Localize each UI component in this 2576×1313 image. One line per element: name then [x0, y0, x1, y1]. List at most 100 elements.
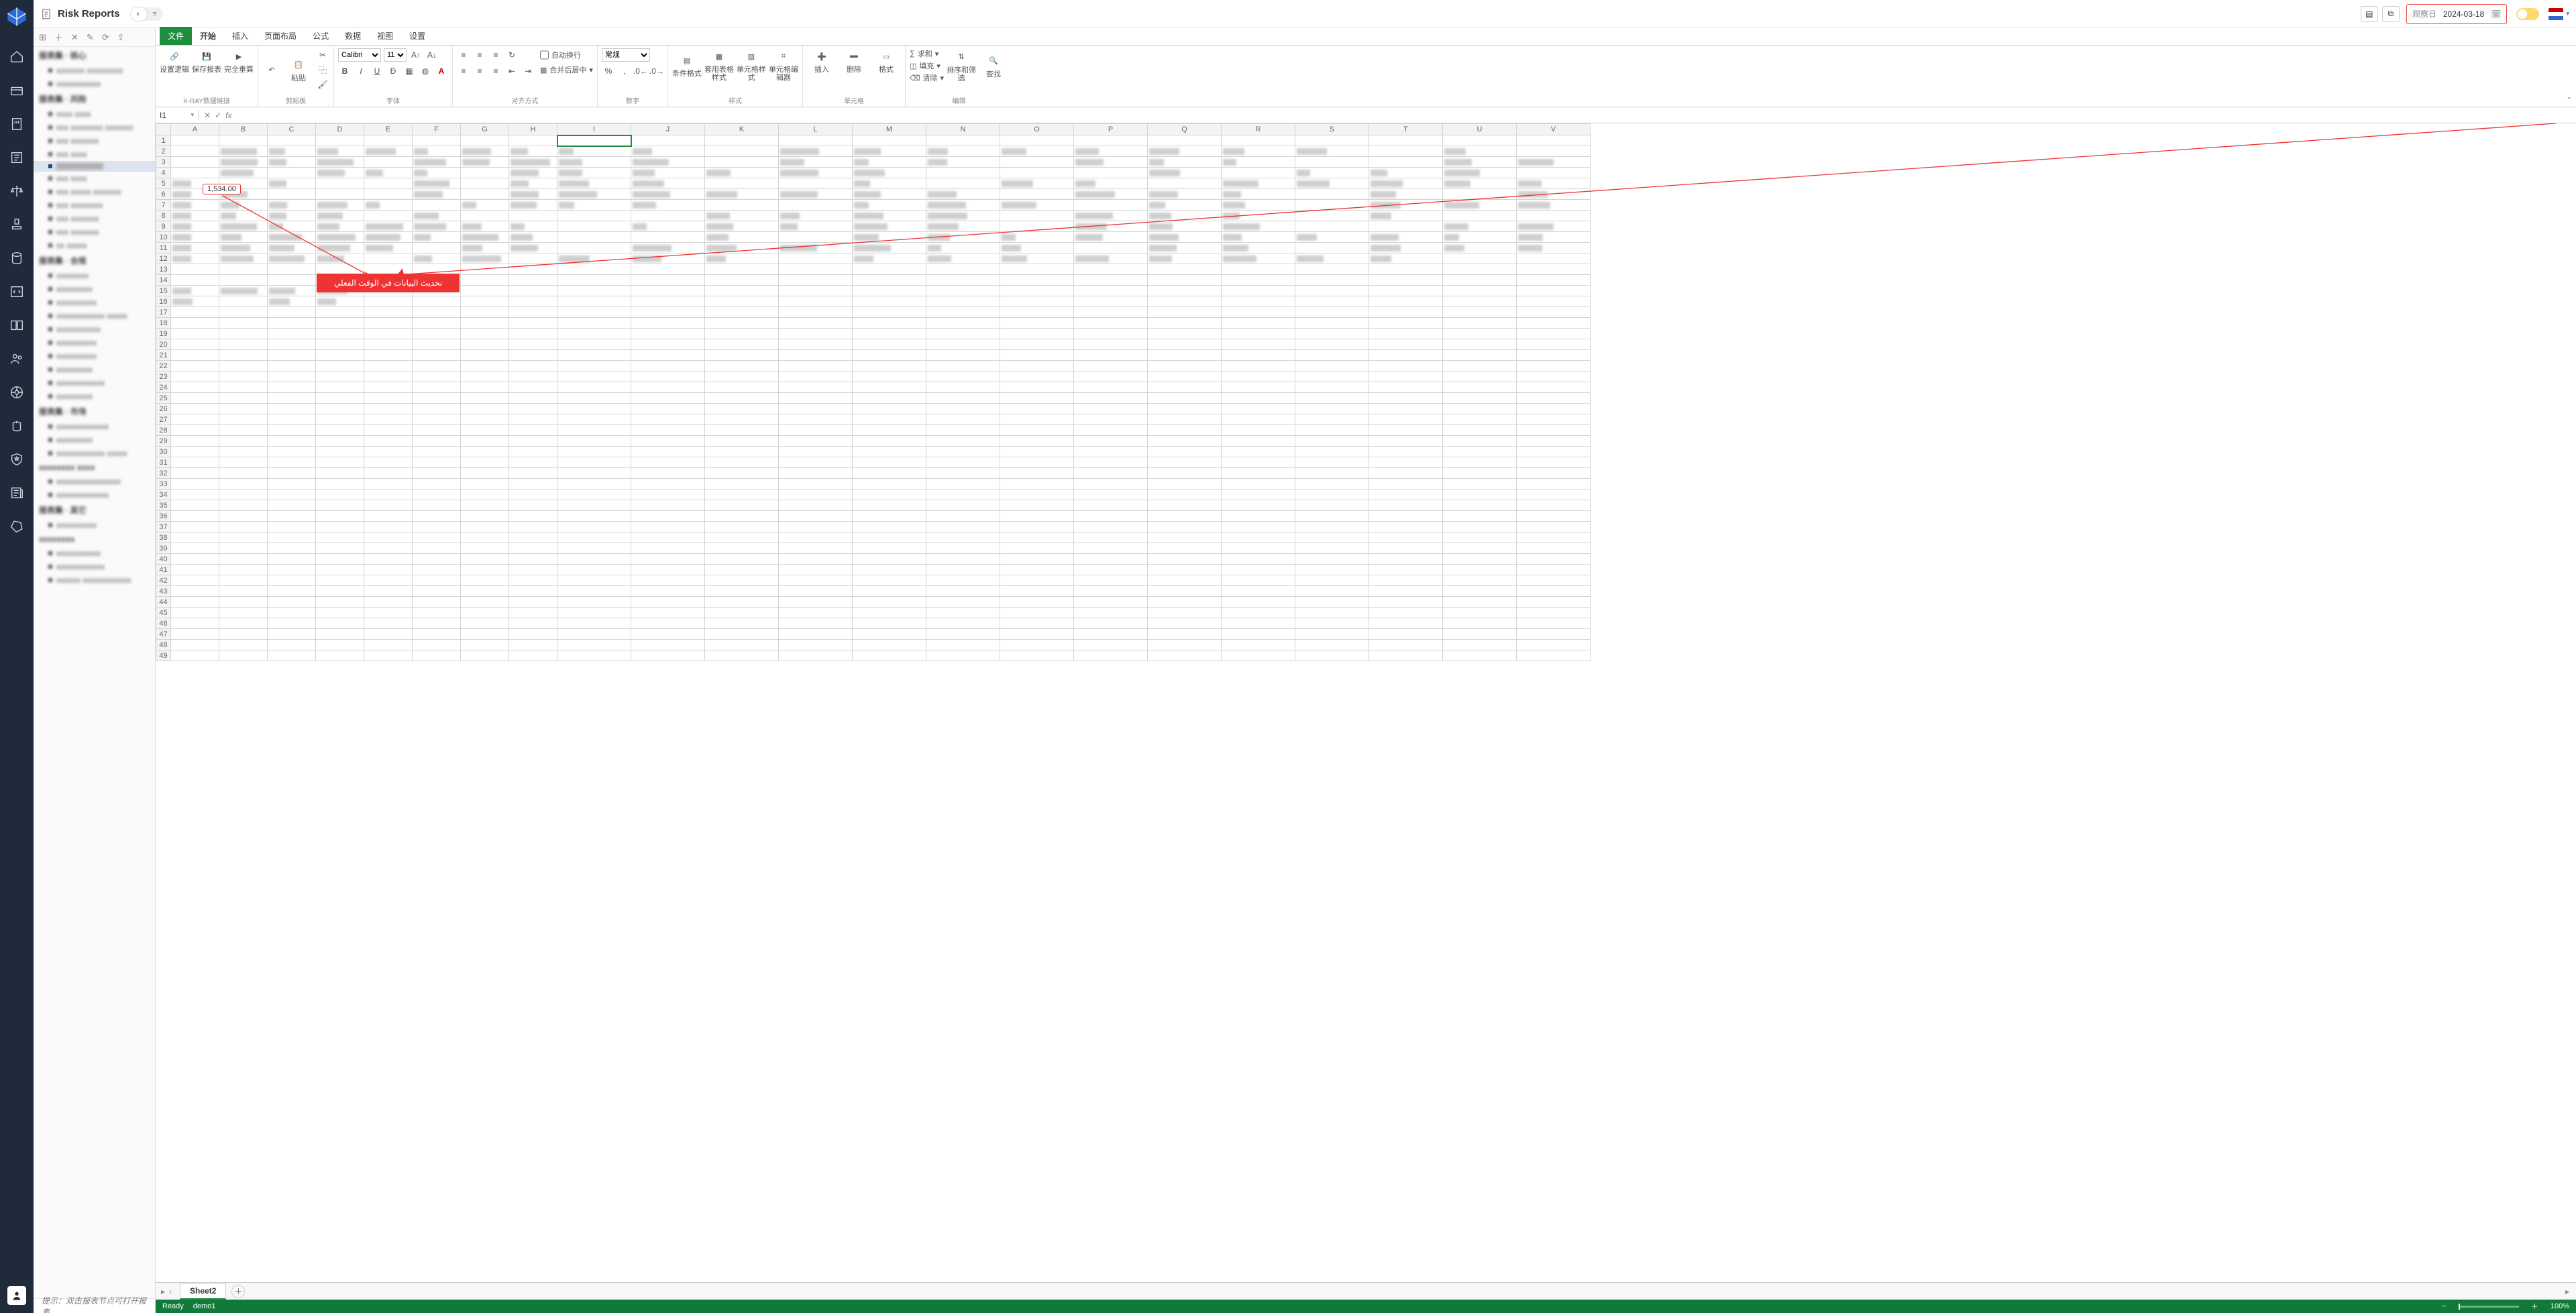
btn-fill[interactable]: ◫ 填充 ▾ [910, 60, 944, 71]
formula-input[interactable] [237, 110, 2576, 120]
btn-percent[interactable]: % [602, 64, 615, 78]
btn-format-cells[interactable]: ▭格式 [871, 48, 901, 74]
btn-border[interactable]: ▦ [402, 64, 416, 78]
nav-transfer-icon[interactable] [7, 315, 27, 335]
name-box[interactable]: I1▾ [156, 111, 199, 120]
btn-grow-font[interactable]: A↑ [409, 48, 423, 62]
number-format-select[interactable]: 常规 [602, 48, 650, 62]
btn-underline[interactable]: U [370, 64, 384, 78]
btn-undo[interactable]: ↶ [262, 62, 281, 78]
btn-valign-mid[interactable]: ≡ [473, 48, 486, 62]
btn-brush[interactable]: 🖌 [316, 78, 329, 91]
btn-comma[interactable]: , [618, 64, 631, 78]
btn-inc-dec[interactable]: .0← [634, 64, 647, 78]
font-name-select[interactable]: Calibri [338, 48, 381, 62]
user-avatar[interactable] [7, 1286, 26, 1305]
nav-alert-icon[interactable] [7, 114, 27, 134]
btn-autosum[interactable]: ∑ 求和 ▾ [910, 48, 944, 59]
btn-indent[interactable]: ⇥ [521, 64, 535, 78]
ribbon-tab-home[interactable]: 开始 [192, 27, 224, 45]
btn-fontcolor[interactable]: A [435, 64, 448, 78]
nav-wheel-icon[interactable] [7, 382, 27, 402]
ribbon-tab-insert[interactable]: 插入 [224, 27, 256, 45]
nav-db-icon[interactable] [7, 248, 27, 268]
realtime-toggle[interactable] [2516, 8, 2539, 20]
btn-cut[interactable]: ✂ [316, 48, 329, 62]
nav-news-icon[interactable] [7, 483, 27, 503]
btn-find[interactable]: 🔍查找 [979, 53, 1008, 78]
fx-icon[interactable]: fx [225, 111, 231, 120]
ribbon-tab-settings[interactable]: 设置 [401, 27, 433, 45]
btn-merge[interactable]: ▦ 合并后居中 ▾ [540, 64, 593, 75]
btn-wrap[interactable]: 自动换行 [540, 48, 593, 62]
btn-bold[interactable]: B [338, 64, 352, 78]
btn-clear[interactable]: ⌫ 清除 ▾ [910, 72, 944, 83]
observe-date-box[interactable]: 观察日 2024-03-18 🗓 [2406, 4, 2508, 24]
view-mode-toggle[interactable]: ◐≡ [131, 7, 163, 21]
sheet-tab-active[interactable]: Sheet2 [180, 1283, 226, 1300]
grid[interactable]: ABCDEFGHIJKLMNOPQRSTUV123456789101112131… [156, 123, 2576, 1282]
zoom-slider[interactable] [2459, 1306, 2519, 1308]
btn-align-right[interactable]: ≡ [489, 64, 502, 78]
font-size-select[interactable]: 11 [384, 48, 407, 62]
nav-balance-icon[interactable] [7, 181, 27, 201]
tree-expand-icon[interactable]: ⊞ [39, 32, 46, 43]
nav-tags-icon[interactable] [7, 516, 27, 536]
sheet-nav-prev-icon[interactable]: ‹ [169, 1287, 172, 1296]
btn-valign-top[interactable]: ≡ [457, 48, 470, 62]
btn-table-style[interactable]: ▦套用表格样式 [704, 48, 734, 82]
tree-delete-icon[interactable]: ✕ [71, 32, 78, 43]
ribbon-tab-file[interactable]: 文件 [160, 27, 192, 45]
tree-export-icon[interactable]: ⇪ [117, 32, 125, 43]
nav-shield-icon[interactable] [7, 449, 27, 469]
tree-edit-icon[interactable]: ✎ [87, 32, 94, 43]
zoom-in-button[interactable]: ＋ [2528, 1301, 2541, 1312]
btn-italic[interactable]: I [354, 64, 368, 78]
btn-cell-style[interactable]: ▨单元格样式 [737, 48, 766, 82]
btn-shrink-font[interactable]: A↓ [425, 48, 439, 62]
btn-insert-cells[interactable]: ➕插入 [807, 48, 837, 74]
nav-users-icon[interactable] [7, 349, 27, 369]
btn-strike[interactable]: Đ [386, 64, 400, 78]
zoom-out-button[interactable]: − [2439, 1302, 2449, 1310]
locale-caret-icon[interactable]: ▾ [2566, 10, 2569, 17]
btn-delete-cells[interactable]: ➖删除 [839, 48, 869, 74]
fx-cancel-icon[interactable]: ✕ [204, 111, 211, 120]
btn-copy[interactable]: ⿻ [316, 63, 329, 76]
nav-stamp-icon[interactable] [7, 215, 27, 235]
btn-dec-dec[interactable]: .0→ [650, 64, 663, 78]
tree-refresh-icon[interactable]: ⟳ [102, 32, 109, 43]
ribbon-tab-layout[interactable]: 页面布局 [256, 27, 305, 45]
btn-outdent[interactable]: ⇤ [505, 64, 519, 78]
btn-cell-editor[interactable]: ⌗单元格编辑器 [769, 48, 798, 82]
nav-home-icon[interactable] [7, 47, 27, 67]
chart-icon-button[interactable]: ⧉ [2382, 6, 2400, 22]
nav-money-icon[interactable] [7, 416, 27, 436]
sheet-scroll-right-icon[interactable]: ▸ [2559, 1287, 2576, 1296]
btn-align-left[interactable]: ≡ [457, 64, 470, 78]
sheet-nav-first-icon[interactable]: ▸ [161, 1287, 165, 1296]
ribbon-tab-view[interactable]: 视图 [369, 27, 401, 45]
btn-sort-filter[interactable]: ⇅排序和筛选 [947, 49, 976, 82]
btn-align-center[interactable]: ≡ [473, 64, 486, 78]
nav-cards-icon[interactable] [7, 80, 27, 101]
btn-orientation[interactable]: ↻ [505, 48, 519, 62]
nav-code-icon[interactable] [7, 282, 27, 302]
fx-accept-icon[interactable]: ✓ [215, 111, 221, 120]
btn-full-recalc[interactable]: ▶完全重算 [224, 48, 254, 74]
locale-flag-icon[interactable] [2548, 8, 2563, 20]
ribbon-tab-formula[interactable]: 公式 [305, 27, 337, 45]
btn-set-logic[interactable]: 🔗设置逻辑 [160, 48, 189, 74]
report-tree[interactable]: 报表集 · 核心 xxxxxxx xxxxxxxxx xxxxxxxxxxx 报… [34, 47, 155, 1298]
btn-paste[interactable]: 📋粘贴 [284, 57, 313, 82]
ribbon-collapse-icon[interactable]: ⌃ [2567, 97, 2572, 104]
tree-add-icon[interactable]: ＋ [54, 31, 63, 44]
btn-valign-bot[interactable]: ≡ [489, 48, 502, 62]
btn-fillcolor[interactable]: ◍ [419, 64, 432, 78]
btn-save-report[interactable]: 💾保存报表 [192, 48, 221, 74]
sheet-add-button[interactable]: ＋ [231, 1285, 245, 1298]
nav-report-icon[interactable] [7, 148, 27, 168]
ribbon-tab-data[interactable]: 数据 [337, 27, 369, 45]
btn-cond-fmt[interactable]: ▤条件格式 [672, 52, 702, 78]
save-icon-button[interactable]: ▤ [2361, 6, 2378, 22]
